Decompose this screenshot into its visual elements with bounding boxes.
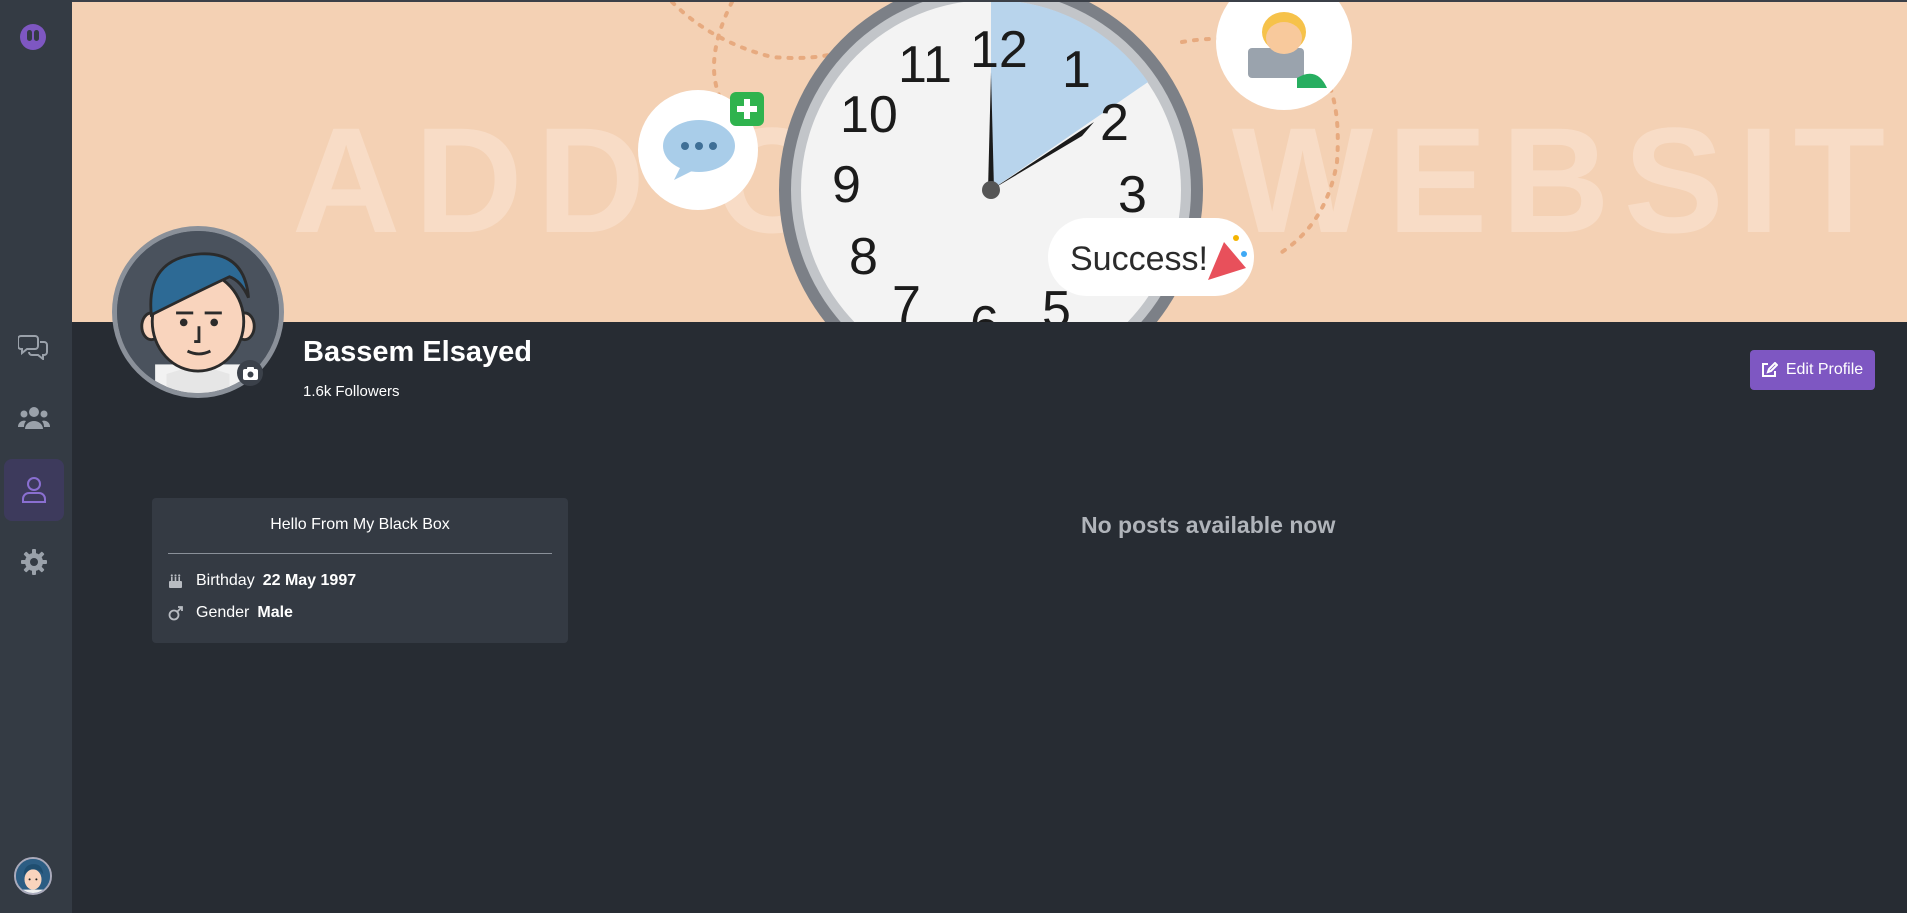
posts-empty-message: No posts available now	[1081, 512, 1336, 538]
chat-bubbles-icon	[18, 335, 48, 360]
success-badge-illustration: Success!	[1048, 218, 1254, 296]
edit-profile-button[interactable]: Edit Profile	[1750, 350, 1875, 390]
svg-text:2: 2	[1100, 94, 1129, 152]
birthday-row: Birthday 22 May 1997	[168, 572, 356, 590]
svg-text:Success!: Success!	[1070, 240, 1208, 278]
about-card: Hello From My Black Box Birthday 22 May …	[152, 498, 568, 643]
developer-emoji-illustration	[1216, 2, 1352, 110]
divider	[168, 553, 552, 554]
cover-illustration: ADD CHAT WEBSITE 12 1 2 3 5 6 7 8 9 10 1…	[292, 2, 1907, 322]
sidebar-item-chats[interactable]	[4, 315, 64, 377]
bio-text: Hello From My Black Box	[270, 516, 450, 533]
sidebar-item-people[interactable]	[4, 387, 64, 449]
svg-text:9: 9	[832, 156, 861, 214]
birthday-value: 22 May 1997	[262, 572, 357, 589]
gear-icon	[21, 549, 47, 575]
svg-text:11: 11	[898, 36, 952, 94]
edit-profile-label: Edit Profile	[1785, 361, 1864, 378]
svg-text:3: 3	[1118, 166, 1147, 224]
svg-text:10: 10	[840, 86, 898, 144]
user-icon	[22, 477, 46, 503]
gender-label: Gender	[196, 604, 250, 621]
sidebar-item-profile[interactable]	[4, 459, 64, 521]
svg-text:12: 12	[970, 21, 1028, 79]
sidebar	[0, 0, 72, 913]
svg-text:8: 8	[849, 228, 878, 286]
users-icon	[18, 407, 50, 429]
current-user-avatar[interactable]	[14, 857, 52, 895]
sidebar-item-settings[interactable]	[4, 531, 64, 593]
cover-banner: ADD CHAT WEBSITE 12 1 2 3 5 6 7 8 9 10 1…	[72, 0, 1907, 322]
gender-row: Gender Male	[168, 604, 293, 622]
male-symbol-icon	[168, 605, 190, 621]
gender-value: Male	[257, 604, 293, 621]
followers-number: 1.6k	[303, 383, 332, 400]
followers-count: 1.6k Followers	[303, 383, 404, 400]
svg-text:1: 1	[1062, 41, 1091, 99]
app-logo-icon[interactable]	[20, 24, 46, 50]
birthday-label: Birthday	[196, 572, 255, 589]
birthday-cake-icon	[168, 573, 190, 589]
change-avatar-camera-icon[interactable]	[237, 360, 263, 386]
svg-text:6: 6	[970, 296, 999, 322]
edit-icon	[1761, 362, 1778, 377]
svg-text:7: 7	[892, 276, 921, 322]
profile-name: Bassem Elsayed	[303, 336, 532, 368]
followers-label: Followers	[335, 383, 400, 400]
